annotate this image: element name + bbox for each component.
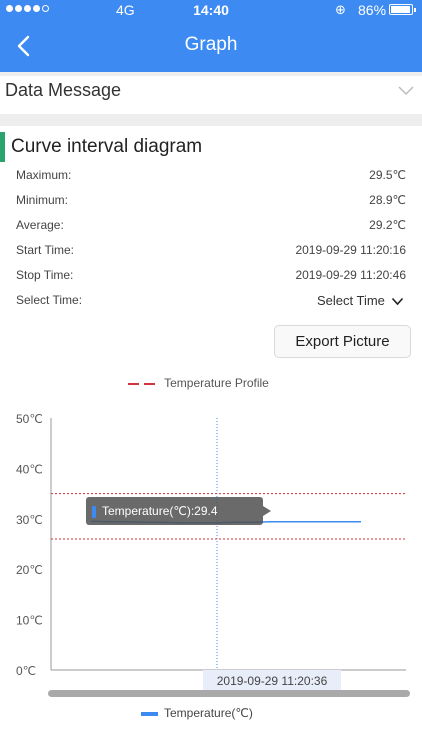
y-tick-label: 40℃ — [16, 462, 43, 476]
select-time-dropdown[interactable]: Select Time — [317, 293, 404, 308]
info-value: 28.9℃ — [369, 193, 406, 207]
y-tick-label: 0℃ — [16, 664, 36, 678]
legend-line-swatch — [141, 711, 158, 716]
info-key: Maximum: — [16, 168, 72, 182]
chart-zoom-scrollbar[interactable] — [48, 690, 410, 697]
legend-temperature-series[interactable]: Temperature(℃) — [141, 706, 253, 720]
chart-tooltip: Temperature(℃):29.4 — [86, 497, 271, 525]
info-row-maximum: Maximum: 29.5℃ — [16, 168, 408, 188]
chevron-down-icon — [391, 298, 403, 306]
tooltip-text: Temperature(℃):29.4 — [102, 504, 218, 518]
orientation-lock-icon: ⊕ — [335, 2, 346, 17]
legend-dash-swatch — [128, 382, 155, 385]
temperature-chart[interactable]: 50℃ 40℃ 30℃ 20℃ 10℃ 0℃ — [0, 400, 422, 690]
tooltip-arrow — [263, 506, 271, 516]
info-key: Average: — [16, 218, 64, 232]
data-message-toggle[interactable]: Data Message — [0, 76, 422, 114]
y-tick-label: 10℃ — [16, 614, 43, 628]
nav-bar: Graph — [0, 20, 422, 72]
chevron-down-icon — [398, 86, 414, 96]
y-tick-label: 30℃ — [16, 513, 43, 527]
info-key: Start Time: — [16, 243, 75, 257]
battery-icon — [389, 4, 416, 15]
info-row-minimum: Minimum: 28.9℃ — [16, 193, 408, 213]
info-key: Select Time: — [16, 293, 83, 307]
info-row-start-time: Start Time: 2019-09-29 11:20:16 — [16, 243, 408, 263]
tooltip-series-marker — [92, 505, 96, 518]
y-tick-label: 20℃ — [16, 563, 43, 577]
page-title: Graph — [184, 34, 238, 55]
legend-label: Temperature Profile — [164, 376, 269, 390]
legend-temperature-profile: Temperature Profile — [128, 376, 269, 390]
section-title: Curve interval diagram — [11, 136, 203, 157]
info-value: 29.5℃ — [369, 168, 406, 182]
info-value: 2019-09-29 11:20:46 — [295, 268, 406, 282]
cursor-time-label: 2019-09-29 11:20:36 — [203, 670, 341, 692]
export-picture-button[interactable]: Export Picture — [274, 325, 411, 358]
y-tick-label: 50℃ — [16, 412, 43, 426]
info-key: Stop Time: — [16, 268, 74, 282]
battery-percent: 86% — [358, 2, 387, 18]
info-key: Minimum: — [16, 193, 69, 207]
divider — [0, 114, 422, 126]
data-message-label: Data Message — [5, 80, 122, 100]
select-time-label: Select Time — [317, 293, 385, 308]
status-bar: 4G 14:40 ⊕ 86% — [0, 0, 422, 20]
legend-label: Temperature(℃) — [164, 706, 253, 720]
info-value: 29.2℃ — [369, 218, 406, 232]
info-value: 2019-09-29 11:20:16 — [295, 243, 406, 257]
info-row-average: Average: 29.2℃ — [16, 218, 408, 238]
info-row-stop-time: Stop Time: 2019-09-29 11:20:46 — [16, 268, 408, 288]
section-accent-bar — [0, 132, 5, 162]
